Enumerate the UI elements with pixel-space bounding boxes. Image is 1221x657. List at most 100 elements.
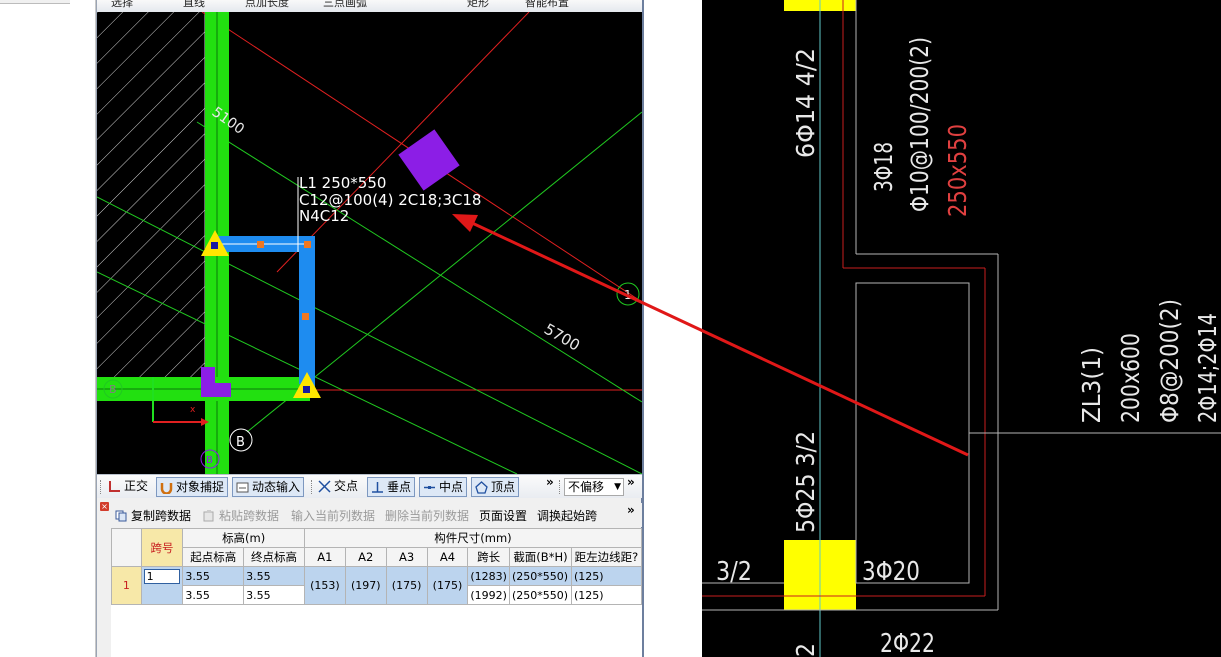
beam-grip-2[interactable] — [302, 313, 309, 320]
cad-text-rebar-1: 6Φ14 4/2 — [791, 48, 820, 158]
copy-span-label: 复制跨数据 — [131, 509, 192, 523]
beam-label-name: L1 250*550 — [299, 174, 386, 192]
span-table-container: 跨号 标高(m) 构件尺寸(mm) 起点标高 终点标高 A1 A2 A3 A4 … — [111, 528, 643, 657]
midpoint-icon — [424, 486, 435, 489]
midpoint-snap[interactable]: 中点 — [419, 477, 468, 497]
a1-cell[interactable]: (153) — [303, 566, 346, 605]
start-elevation-cell[interactable]: 3.55 — [182, 585, 245, 605]
paste-span-button[interactable]: 粘贴跨数据 — [203, 507, 279, 524]
delete-column-button[interactable]: 删除当前列数据 — [385, 507, 469, 524]
a3-header: A3 — [385, 547, 428, 567]
axis-label-b-left: B — [109, 383, 117, 396]
beam-outline — [855, 282, 970, 584]
cad-text-stirrup-2: Φ8@200(2) — [1155, 299, 1184, 423]
section-header: 截面(B*H) — [508, 547, 572, 567]
window-gap — [644, 0, 702, 657]
ortho-label: 正交 — [124, 479, 149, 493]
perpendicular-label: 垂点 — [387, 480, 412, 494]
line-tool-button[interactable]: 直线 — [183, 0, 205, 10]
cad-text-rebar-5: 3Φ20 — [862, 557, 920, 587]
ortho-icon — [109, 481, 120, 492]
snap-more-button[interactable]: » — [546, 475, 554, 489]
page-setup-button[interactable]: 页面设置 — [479, 507, 527, 524]
section-cell[interactable]: (250*550) — [508, 585, 572, 605]
object-snap-toggle[interactable]: 对象捕捉 — [156, 477, 229, 497]
cad-text-stirrup-1: Φ10@100/200(2) — [905, 37, 934, 212]
cad-text-ratio: 3/2 — [716, 557, 752, 587]
member-size-header: 构件尺寸(mm) — [303, 528, 643, 548]
vertex-snap[interactable]: 顶点 — [471, 477, 520, 497]
vertex-icon — [475, 481, 488, 494]
smart-layout-button[interactable]: 智能布置 — [525, 0, 569, 10]
a2-cell[interactable]: (197) — [344, 566, 387, 605]
axis-label-b: B — [236, 435, 245, 450]
span-length-cell[interactable]: (1283) — [467, 566, 510, 586]
intersection-snap[interactable]: 交点 — [315, 477, 361, 497]
end-elevation-header: 终点标高 — [243, 547, 305, 567]
span-length-cell[interactable]: (1992) — [467, 585, 510, 605]
dynamic-input-icon — [236, 482, 249, 493]
left-edge-distance-header: 距左边线距? — [570, 547, 643, 567]
perpendicular-icon — [372, 482, 383, 493]
canvas-drawing: x B B B 1 5100 5700 L1 250*550 C12@100(4… — [97, 12, 642, 474]
copy-span-button[interactable]: 复制跨数据 — [115, 507, 191, 524]
span-number-editor[interactable]: 1 — [143, 569, 181, 584]
intersection-icon — [318, 480, 331, 493]
three-point-arc-button[interactable]: 三点画弧 — [323, 0, 367, 10]
span-number-cell[interactable]: 1 — [140, 566, 184, 605]
end-elevation-cell[interactable]: 3.55 — [243, 585, 305, 605]
table-row[interactable]: 1 1 3.55 3.55 (153) (197) (175) (175) (1… — [111, 566, 643, 605]
cad-text-section-2: 200x600 — [1116, 333, 1145, 423]
span-number-header: 跨号 — [140, 528, 184, 567]
axis-label-b-bottom: B — [206, 455, 213, 466]
offset-select[interactable]: 不偏移 ▼ — [564, 478, 624, 496]
start-elevation-cell[interactable]: 3.55 — [182, 566, 245, 586]
dynamic-input-label: 动态输入 — [252, 480, 301, 494]
input-column-button[interactable]: 输入当前列数据 — [291, 507, 375, 524]
span-grid-toolbar: × 复制跨数据 粘贴跨数据 输入当前列数据 删除当前列数据 页面设置 调换起始跨… — [97, 502, 642, 527]
chevron-down-icon: ▼ — [614, 482, 621, 492]
a4-cell[interactable]: (175) — [426, 566, 469, 605]
span-length-header: 跨长 — [467, 547, 510, 567]
close-icon[interactable]: × — [100, 502, 109, 511]
beam-grip-1[interactable] — [257, 241, 264, 248]
dimension-5700: 5700 — [541, 320, 583, 355]
swap-start-span-button[interactable]: 调换起始跨 — [537, 507, 597, 524]
midpoint-label: 中点 — [439, 480, 464, 494]
beam-editor-window: 选择 直线 点加长度 三点画弧 矩形 智能布置 x B B B 1 5100 5… — [96, 0, 644, 657]
row-number[interactable]: 1 — [111, 566, 142, 605]
grid-more-button[interactable]: » — [627, 503, 635, 517]
screenshot-root: 选择 直线 点加长度 三点画弧 矩形 智能布置 x B B B 1 5100 5… — [0, 0, 1221, 657]
ortho-toggle[interactable]: 正交 — [105, 477, 151, 497]
drawing-canvas[interactable]: x B B B 1 5100 5700 L1 250*550 C12@100(4… — [97, 12, 642, 474]
select-tool-button[interactable]: 选择 — [111, 0, 133, 10]
paste-icon — [203, 510, 214, 522]
beam-grip-3[interactable] — [304, 241, 311, 248]
object-snap-label: 对象捕捉 — [176, 480, 225, 494]
section-cell[interactable]: (250*550) — [508, 566, 572, 586]
purple-column-2 — [398, 129, 460, 191]
cad-text-rebar-3: 2Φ14;2Φ14 — [1193, 313, 1221, 423]
cad-text-beam-name: ZL3(1) — [1077, 347, 1106, 423]
vertex-label: 顶点 — [491, 480, 516, 494]
drawing-toolbar: 选择 直线 点加长度 三点画弧 矩形 智能布置 — [97, 0, 642, 12]
snap-more-button-2[interactable]: » — [627, 475, 635, 489]
end-elevation-cell[interactable]: 3.55 — [243, 566, 305, 586]
perpendicular-snap[interactable]: 垂点 — [367, 477, 416, 497]
rectangle-tool-button[interactable]: 矩形 — [467, 0, 489, 10]
dynamic-input-toggle[interactable]: 动态输入 — [232, 477, 305, 497]
a3-cell[interactable]: (175) — [385, 566, 428, 605]
copy-icon — [115, 510, 127, 522]
cad-text-2: 2 — [791, 643, 820, 657]
left-panel — [0, 0, 96, 657]
paste-span-label: 粘贴跨数据 — [219, 509, 280, 523]
left-edge-distance-cell[interactable]: (125) — [570, 566, 643, 586]
left-edge-distance-cell[interactable]: (125) — [570, 585, 643, 605]
offset-select-value: 不偏移 — [568, 480, 605, 494]
beam-label-waist: N4C12 — [299, 207, 349, 225]
a2-header: A2 — [344, 547, 387, 567]
cad-text-rebar-2: 3Φ18 — [869, 142, 898, 192]
red-axis-diagonal-2 — [276, 12, 530, 273]
add-length-button[interactable]: 点加长度 — [245, 0, 289, 10]
magnet-icon — [160, 483, 173, 494]
